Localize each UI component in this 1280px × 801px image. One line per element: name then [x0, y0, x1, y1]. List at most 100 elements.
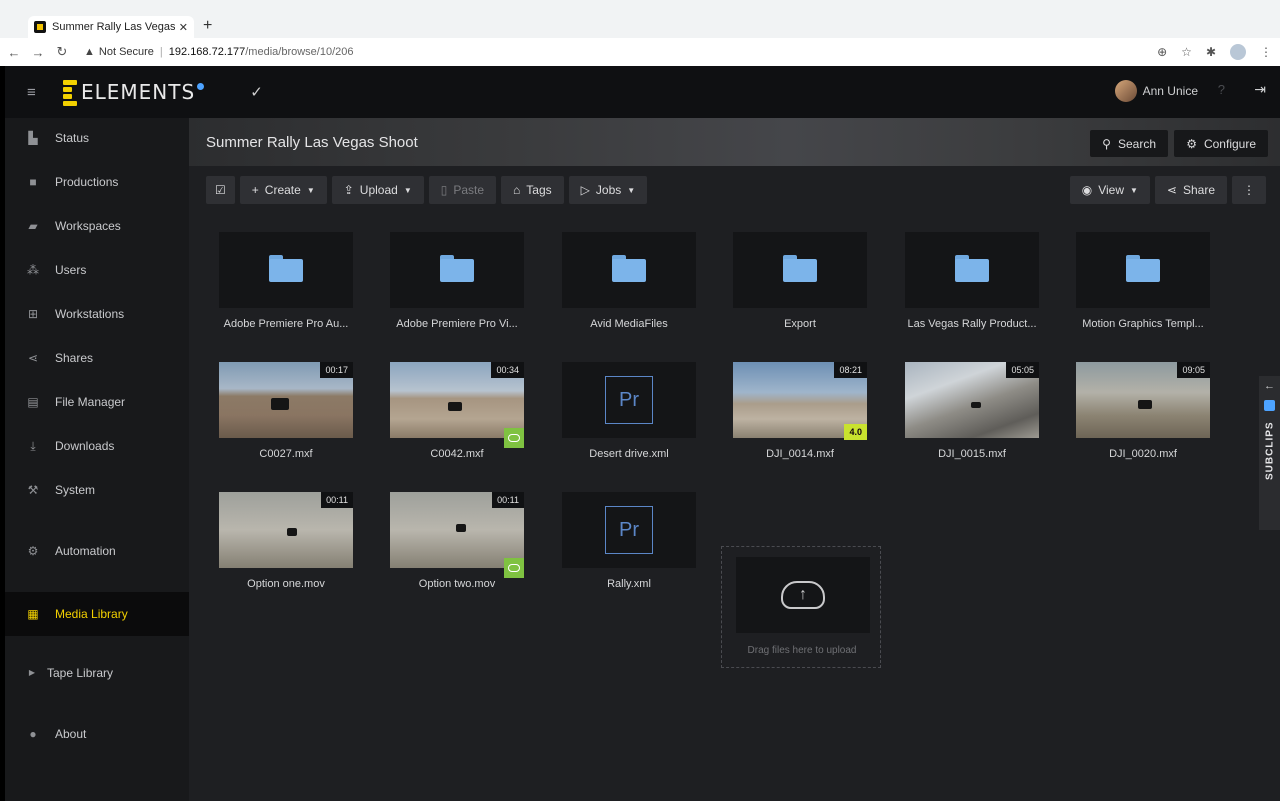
paste-button[interactable]: ▯ Paste — [428, 176, 497, 204]
more-options-button[interactable]: ⋮ — [1232, 176, 1266, 204]
sidebar: ▙ Status ■ Productions ▰ Workspaces ⁂ Us… — [5, 118, 189, 801]
toolbar: ☑ + Create ▼ ⇪ Upload ▼ ▯ Paste ⌂ Tags ▷ — [206, 176, 652, 204]
download-icon: ⤓ — [30, 439, 36, 453]
checkbox-icon: ☑ — [215, 183, 226, 197]
premiere-pro-icon: Pr — [605, 376, 653, 424]
folder-thumb — [390, 232, 524, 308]
sidebar-item-label: Automation — [55, 544, 116, 558]
create-button[interactable]: + Create ▼ — [239, 176, 327, 204]
file-name: Rally.xml — [607, 578, 651, 590]
upload-button[interactable]: ⇪ Upload ▼ — [331, 176, 424, 204]
folder-icon — [269, 255, 303, 282]
sidebar-item-automation[interactable]: ⚙ Automation — [5, 531, 189, 571]
sidebar-item-label: About — [55, 727, 87, 741]
configure-button[interactable]: ⚙ Configure — [1174, 130, 1268, 157]
sidebar-item-label: Status — [55, 131, 90, 145]
url-field[interactable]: ▲ Not Secure | 192.168.72.177 /media/bro… — [84, 46, 353, 58]
browser-chrome: Summer Rally Las Vegas Shoo ✕ + ← → ↻ ▲ … — [0, 0, 1280, 66]
video-thumbnail: 00:11 — [219, 492, 353, 568]
users-icon: ⁂ — [27, 263, 39, 277]
sidebar-item-productions[interactable]: ■ Productions — [5, 162, 189, 202]
plus-icon: + — [251, 183, 259, 197]
sidebar-item-system[interactable]: ⚒ System — [5, 470, 189, 510]
gear-icon: ⚙ — [1186, 136, 1197, 151]
profile-avatar-icon[interactable] — [1230, 44, 1246, 60]
sidebar-item-users[interactable]: ⁂ Users — [5, 250, 189, 290]
hamburger-menu-icon[interactable]: ≡ — [27, 84, 47, 101]
logout-icon[interactable]: ⇥ — [1254, 81, 1266, 98]
network-icon: ⊞ — [27, 307, 39, 321]
folder-name: Adobe Premiere Pro Au... — [223, 318, 349, 330]
help-icon[interactable]: ? — [1218, 82, 1225, 97]
wrench-icon: ⚒ — [27, 483, 39, 497]
subclips-icon — [1264, 400, 1275, 411]
extensions-icon[interactable]: ✱ — [1206, 45, 1216, 59]
tag-icon: ⌂ — [513, 183, 521, 197]
browser-tab[interactable]: Summer Rally Las Vegas Shoo ✕ — [28, 16, 194, 38]
tags-button[interactable]: ⌂ Tags — [501, 176, 564, 204]
folder-thumb — [562, 232, 696, 308]
sidebar-item-label: File Manager — [55, 395, 126, 409]
project-thumbnail: Pr — [562, 492, 696, 568]
version-badge: 4.0 — [844, 424, 867, 440]
sidebar-item-status[interactable]: ▙ Status — [5, 118, 189, 158]
checkmark-icon[interactable]: ✓ — [250, 83, 263, 101]
share-label: Share — [1182, 183, 1215, 197]
share-button[interactable]: ⋖ Share — [1154, 176, 1227, 204]
caret-right-icon: ▶ — [28, 668, 36, 677]
url-path: /media/browse/10/206 — [245, 46, 354, 58]
folders-icon: ▤ — [27, 395, 39, 409]
arrow-left-icon: ← — [1264, 380, 1275, 392]
back-icon[interactable]: ← — [4, 45, 24, 60]
close-tab-icon[interactable]: ✕ — [179, 21, 188, 34]
sidebar-item-media-library[interactable]: ▦ Media Library — [5, 592, 189, 636]
upload-dropzone[interactable]: ↑ Drag files here to upload — [721, 546, 881, 668]
main-content: Summer Rally Las Vegas Shoot ⚲ Search ⚙ … — [189, 118, 1280, 801]
folder-icon — [1126, 255, 1160, 282]
browser-tab-bar: Summer Rally Las Vegas Shoo ✕ + — [0, 0, 1280, 38]
file-name: Option two.mov — [418, 578, 496, 590]
share-icon: ⋖ — [1166, 183, 1177, 197]
folder-thumb — [733, 232, 867, 308]
vehicle-shape — [271, 398, 289, 410]
user-menu[interactable]: Ann Unice — [1114, 80, 1198, 102]
play-icon: ▷ — [580, 183, 590, 197]
file-name: C0042.mxf — [430, 448, 484, 460]
browser-menu-icon[interactable]: ⋮ — [1260, 45, 1272, 59]
sidebar-item-label: Downloads — [55, 439, 115, 453]
sidebar-item-label: Media Library — [55, 607, 128, 621]
sidebar-item-shares[interactable]: ⋖ Shares — [5, 338, 189, 378]
folder-name: Las Vegas Rally Product... — [907, 318, 1037, 330]
sidebar-item-about[interactable]: ● About — [5, 714, 189, 754]
subclips-panel-toggle[interactable]: ← SUBCLIPS — [1259, 376, 1280, 530]
new-tab-button[interactable]: + — [203, 16, 212, 36]
forward-icon[interactable]: → — [28, 45, 48, 60]
chevron-down-icon: ▼ — [627, 185, 636, 195]
jobs-button[interactable]: ▷ Jobs ▼ — [568, 176, 648, 204]
reload-icon[interactable]: ↻ — [52, 44, 72, 60]
film-icon: ▦ — [27, 607, 39, 621]
file-name: DJI_0015.mxf — [938, 448, 1006, 460]
select-all-button[interactable]: ☑ — [206, 176, 235, 204]
elements-favicon-icon — [34, 21, 46, 33]
cloud-status-icon — [504, 558, 524, 578]
search-button[interactable]: ⚲ Search — [1090, 130, 1168, 157]
sidebar-item-file-manager[interactable]: ▤ File Manager — [5, 382, 189, 422]
sidebar-item-tape-library[interactable]: ▶ Tape Library — [5, 653, 189, 693]
elements-logo[interactable]: ELEMENTS — [63, 79, 205, 106]
vehicle-shape — [971, 402, 981, 408]
duration-badge: 00:11 — [492, 492, 524, 508]
video-thumbnail: 00:17 — [219, 362, 353, 438]
folder-name: Motion Graphics Templ... — [1082, 318, 1204, 330]
sidebar-item-workspaces[interactable]: ▰ Workspaces — [5, 206, 189, 246]
view-button[interactable]: ◉ View ▼ — [1069, 176, 1150, 204]
zoom-icon[interactable]: ⊕ — [1157, 45, 1167, 59]
project-thumbnail: Pr — [562, 362, 696, 438]
sidebar-item-label: Users — [55, 263, 87, 277]
bookmark-star-icon[interactable]: ☆ — [1181, 45, 1192, 59]
folder-icon — [955, 255, 989, 282]
cloud-status-icon — [504, 428, 524, 448]
sidebar-item-workstations[interactable]: ⊞ Workstations — [5, 294, 189, 334]
sidebar-item-downloads[interactable]: ⤓ Downloads — [5, 426, 189, 466]
info-icon: ● — [29, 727, 37, 741]
